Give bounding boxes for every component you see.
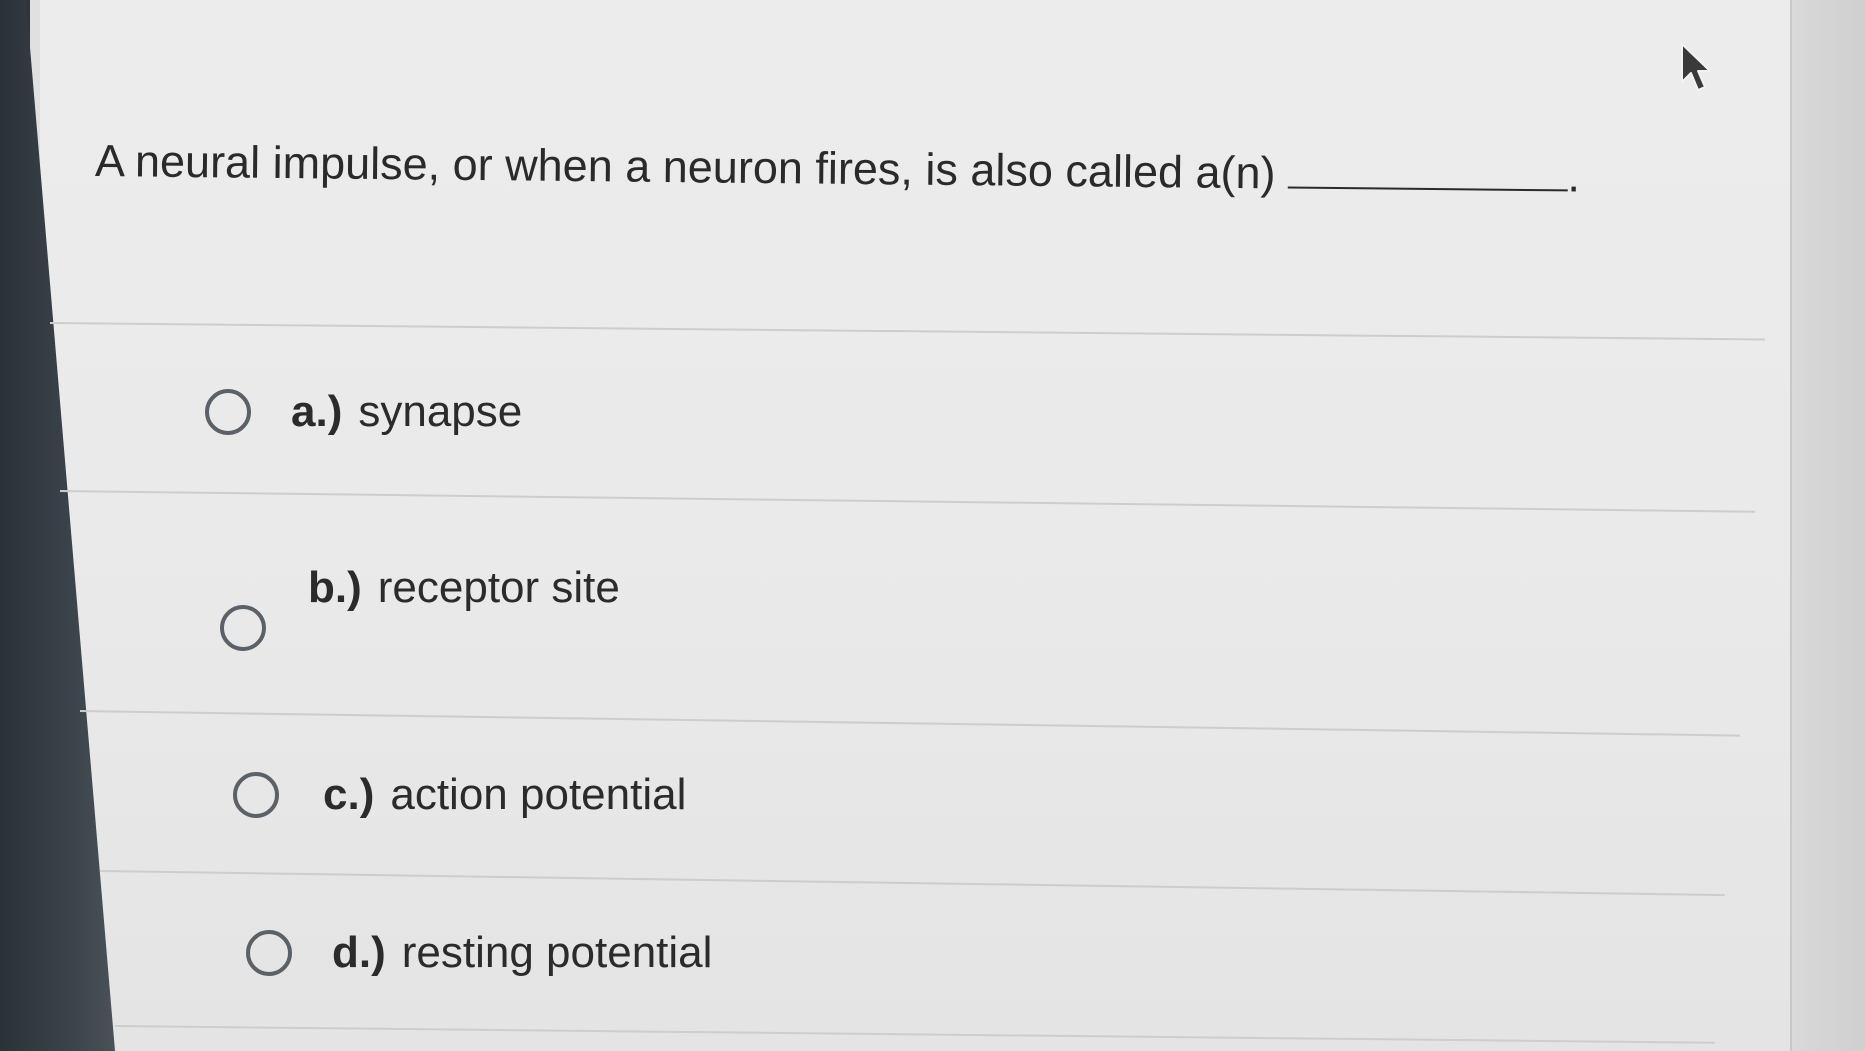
option-letter: c.) <box>323 770 375 819</box>
option-b[interactable]: b.) receptor site <box>220 555 620 651</box>
option-c[interactable]: c.) action potential <box>233 770 686 820</box>
screen: A neural impulse, or when a neuron fires… <box>0 0 1865 1051</box>
radio-circle-icon[interactable] <box>233 772 279 818</box>
right-margin-panel <box>1790 0 1865 1051</box>
radio-circle-icon[interactable] <box>246 930 292 976</box>
option-a[interactable]: a.) synapse <box>205 387 522 437</box>
option-letter: a.) <box>291 387 343 436</box>
option-label: action potential <box>390 770 687 819</box>
option-letter: b.) <box>308 563 362 612</box>
question-end-punct: . <box>1567 150 1581 202</box>
option-letter: d.) <box>332 928 386 977</box>
option-label: receptor site <box>377 563 620 612</box>
mouse-pointer-icon <box>1681 43 1711 91</box>
answer-blank <box>1287 152 1568 192</box>
option-label: resting potential <box>401 928 713 977</box>
option-d[interactable]: d.) resting potential <box>246 928 712 978</box>
radio-circle-icon[interactable] <box>205 389 251 435</box>
option-label: synapse <box>358 387 523 436</box>
radio-circle-icon[interactable] <box>220 605 266 651</box>
